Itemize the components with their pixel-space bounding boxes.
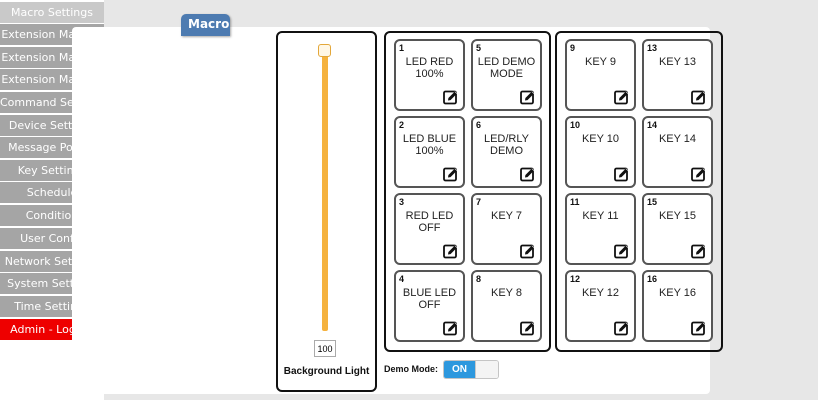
key-label: KEY 11 — [582, 210, 619, 222]
key-number: 2 — [399, 120, 405, 130]
demo-mode-toggle[interactable]: ON — [443, 360, 499, 379]
key-label: RED LED OFF — [405, 210, 454, 234]
edit-icon[interactable] — [614, 244, 629, 259]
key-label: KEY 8 — [491, 287, 522, 299]
edit-icon[interactable] — [520, 90, 535, 105]
macro-key-9[interactable]: 9 KEY 9 — [565, 39, 636, 111]
macro-key-16[interactable]: 16 KEY 16 — [642, 270, 713, 342]
background-light-slider-track[interactable] — [322, 50, 328, 331]
macro-key-2[interactable]: 2 LED BLUE 100% — [394, 116, 465, 188]
edit-icon[interactable] — [614, 90, 629, 105]
key-label: KEY 16 — [658, 287, 697, 299]
panel-title: Macro — [181, 14, 230, 36]
macro-key-3[interactable]: 3 RED LED OFF — [394, 193, 465, 265]
key-label: KEY 9 — [585, 56, 616, 68]
edit-icon[interactable] — [443, 90, 458, 105]
macro-key-5[interactable]: 5 LED DEMO MODE — [471, 39, 542, 111]
edit-icon[interactable] — [614, 321, 629, 336]
macro-key-11[interactable]: 11 KEY 11 — [565, 193, 636, 265]
background-light-slider-handle[interactable] — [318, 44, 331, 57]
key-number: 14 — [647, 120, 658, 130]
macro-key-15[interactable]: 15 KEY 15 — [642, 193, 713, 265]
key-number: 15 — [647, 197, 658, 207]
key-number: 6 — [476, 120, 482, 130]
key-label: LED BLUE 100% — [402, 133, 457, 157]
macro-key-8[interactable]: 8 KEY 8 — [471, 270, 542, 342]
key-label: LED RED 100% — [405, 56, 454, 80]
macro-key-1[interactable]: 1 LED RED 100% — [394, 39, 465, 111]
key-number: 10 — [570, 120, 581, 130]
edit-icon[interactable] — [520, 321, 535, 336]
key-label: LED/RLY DEMO — [483, 133, 530, 157]
macro-key-4[interactable]: 4 BLUE LED OFF — [394, 270, 465, 342]
key-label: KEY 7 — [491, 210, 522, 222]
key-label: KEY 14 — [658, 133, 697, 145]
edit-icon[interactable] — [443, 167, 458, 182]
key-number: 8 — [476, 274, 482, 284]
key-number: 16 — [647, 274, 658, 284]
key-number: 9 — [570, 43, 576, 53]
edit-icon[interactable] — [691, 321, 706, 336]
key-number: 4 — [399, 274, 405, 284]
edit-icon[interactable] — [443, 321, 458, 336]
demo-mode-toggle-knob — [475, 361, 498, 378]
edit-icon[interactable] — [691, 244, 706, 259]
sidebar-item-macro-settings[interactable]: Macro Settings — [0, 2, 104, 23]
macro-key-7[interactable]: 7 KEY 7 — [471, 193, 542, 265]
key-number: 5 — [476, 43, 482, 53]
key-label: KEY 15 — [658, 210, 697, 222]
key-label: KEY 10 — [581, 133, 620, 145]
edit-icon[interactable] — [520, 244, 535, 259]
key-number: 11 — [570, 197, 580, 207]
demo-mode-label: Demo Mode: — [384, 364, 438, 374]
key-number: 13 — [647, 43, 658, 53]
key-number: 12 — [570, 274, 581, 284]
background-light-label: Background Light — [283, 366, 370, 377]
key-label: KEY 13 — [658, 56, 697, 68]
edit-icon[interactable] — [614, 167, 629, 182]
edit-icon[interactable] — [443, 244, 458, 259]
background-light-value[interactable]: 100 — [314, 340, 336, 357]
edit-icon[interactable] — [691, 167, 706, 182]
key-number: 1 — [399, 43, 405, 53]
demo-mode-toggle-state: ON — [444, 361, 475, 378]
key-number: 3 — [399, 197, 405, 207]
macro-key-14[interactable]: 14 KEY 14 — [642, 116, 713, 188]
macro-key-6[interactable]: 6 LED/RLY DEMO — [471, 116, 542, 188]
edit-icon[interactable] — [520, 167, 535, 182]
edit-icon[interactable] — [691, 90, 706, 105]
macro-key-13[interactable]: 13 KEY 13 — [642, 39, 713, 111]
key-label: LED DEMO MODE — [477, 56, 536, 80]
key-label: KEY 12 — [581, 287, 620, 299]
key-label: BLUE LED OFF — [402, 287, 457, 311]
macro-key-10[interactable]: 10 KEY 10 — [565, 116, 636, 188]
macro-key-12[interactable]: 12 KEY 12 — [565, 270, 636, 342]
key-number: 7 — [476, 197, 482, 207]
